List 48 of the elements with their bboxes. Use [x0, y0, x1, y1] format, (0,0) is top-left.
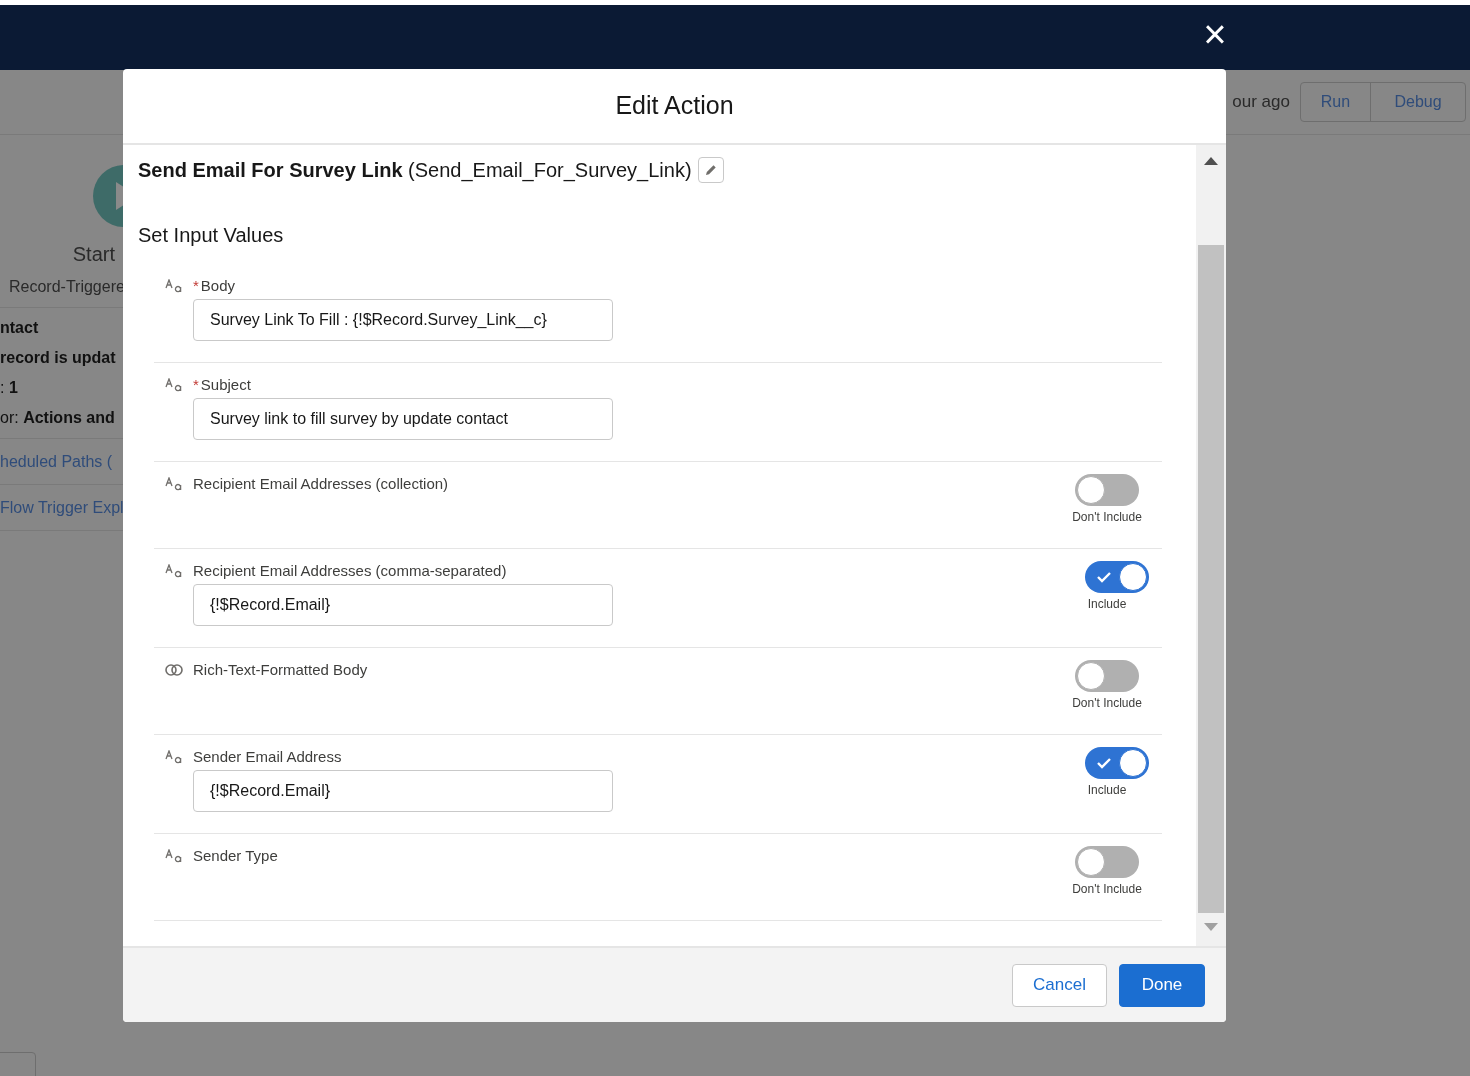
text-type-icon — [165, 378, 183, 392]
scroll-down-icon[interactable] — [1204, 923, 1218, 931]
text-type-icon — [165, 750, 183, 764]
toggle-label: Include — [1087, 782, 1127, 799]
pencil-icon — [703, 163, 718, 177]
text-type-icon — [165, 564, 183, 578]
field-label: *Subject — [193, 374, 251, 395]
last-modified: our ago — [1232, 91, 1290, 114]
field-label: *Body — [193, 275, 236, 296]
field-label: Rich-Text-Formatted Body — [193, 659, 368, 680]
text-type-icon — [165, 849, 183, 863]
toggle-label: Include — [1087, 596, 1127, 613]
detail-text: ntact — [0, 318, 40, 338]
action-name: Send Email For Survey Link (Send_Email_For_Survey_Link) — [138, 158, 692, 184]
toggle-label: Don't Include — [1072, 509, 1142, 526]
section-heading: Set Input Values — [138, 223, 285, 248]
field-label: Recipient Email Addresses (comma-separated) — [193, 560, 507, 581]
detail-text: : 1 — [0, 378, 19, 398]
detail-text: or: Actions and — [0, 408, 116, 428]
field-label: Recipient Email Addresses (collection) — [193, 473, 449, 494]
scrollbar-thumb[interactable] — [1198, 245, 1224, 913]
modal-title: Edit Action — [615, 90, 734, 122]
toggle-switch[interactable] — [1075, 846, 1139, 878]
field-label: Sender Email Address — [193, 746, 342, 767]
close-button[interactable]: × — [1196, 15, 1234, 53]
toggle-label: Don't Include — [1072, 881, 1142, 898]
input-field[interactable]: Survey link to fill survey by update contact — [193, 398, 613, 440]
text-type-icon — [165, 477, 183, 491]
start-label: Start — [72, 242, 115, 267]
toggle-switch[interactable] — [1075, 474, 1139, 506]
rings-icon — [165, 664, 183, 676]
text-type-icon — [165, 279, 183, 293]
toggle-switch[interactable] — [1085, 561, 1149, 593]
toggle-switch[interactable] — [1075, 660, 1139, 692]
input-field[interactable]: {!$Record.Email} — [193, 584, 613, 626]
detail-text: record is updat — [0, 348, 117, 368]
toggle-switch[interactable] — [1085, 747, 1149, 779]
scrollbar[interactable] — [1196, 145, 1226, 946]
check-icon — [1096, 757, 1112, 769]
check-icon — [1096, 571, 1112, 583]
edit-button[interactable] — [697, 157, 724, 183]
done-button[interactable]: Done — [1119, 963, 1205, 1007]
scroll-up-icon[interactable] — [1204, 157, 1218, 165]
input-field[interactable]: Survey Link To Fill : {!$Record.Survey_Link__c} — [193, 299, 613, 341]
cancel-button[interactable]: Cancel — [1012, 963, 1107, 1007]
input-field[interactable]: {!$Record.Email} — [193, 770, 613, 812]
toggle-label: Don't Include — [1072, 695, 1142, 712]
field-label: Sender Type — [193, 845, 278, 866]
